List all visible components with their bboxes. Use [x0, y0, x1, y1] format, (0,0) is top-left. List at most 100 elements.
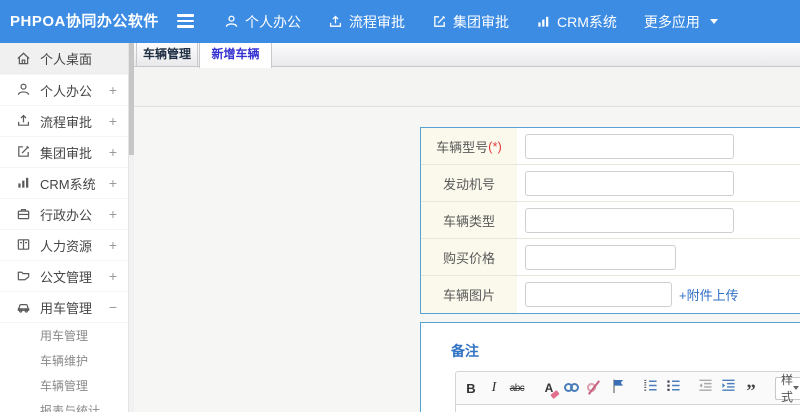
sidebar-subitem-vehicle-maintenance[interactable]: 车辆维护: [0, 348, 128, 373]
field-label-text: 车辆图片: [442, 288, 495, 303]
caret-down-icon: [709, 19, 718, 24]
bulleted-list-icon: [665, 378, 681, 398]
remove-format-button[interactable]: A: [541, 377, 560, 399]
sidebar-item-group-approval[interactable]: 集团审批 +: [0, 137, 128, 168]
app-logo: PHPOA协同办公软件: [10, 13, 159, 30]
outdent-button[interactable]: [697, 377, 713, 399]
home-icon: [16, 51, 32, 67]
topnav-label: CRM系统: [557, 13, 617, 30]
editor-toolbar: B I abc A ” 样式: [455, 371, 800, 405]
unlink-button[interactable]: [587, 377, 603, 399]
sidebar-subitem-vehicle-use[interactable]: 用车管理: [0, 323, 128, 348]
bulleted-list-button[interactable]: [665, 377, 681, 399]
expand-icon[interactable]: +: [109, 206, 117, 222]
top-navigation-bar: PHPOA协同办公软件 个人办公 流程审批 集团审批 CRM系统 更多应用: [0, 0, 800, 43]
tab-add-vehicle[interactable]: 新增车辆: [199, 43, 272, 68]
topnav-label: 流程审批: [349, 13, 405, 30]
field-cell: [517, 128, 800, 164]
flag-icon: [611, 378, 625, 399]
sidebar-subitem-vehicle-management[interactable]: 车辆管理: [0, 373, 128, 398]
sidebar-item-personal-desktop[interactable]: 个人桌面: [0, 43, 128, 75]
sidebar-item-label: 用车管理: [40, 300, 93, 316]
form-row-engine-number: 发动机号: [421, 165, 800, 202]
topnav-item-crm-system[interactable]: CRM系统: [536, 12, 617, 32]
expand-icon[interactable]: +: [109, 175, 117, 191]
numbered-list-button[interactable]: [642, 377, 658, 399]
vehicle-form: 车辆型号 (*) 发动机号 车辆类型 购买价格 车辆图片 +附件上传: [420, 127, 800, 314]
caret-down-icon: [793, 386, 800, 390]
sidebar-item-document-management[interactable]: 公文管理 +: [0, 261, 128, 292]
tab-vehicle-management[interactable]: 车辆管理: [136, 43, 198, 66]
topnav-label: 集团审批: [453, 13, 509, 30]
purchase-price-input[interactable]: [525, 244, 676, 270]
notes-section: 备注 B I abc A ” 样式: [420, 322, 800, 412]
sidebar-item-workflow-approval[interactable]: 流程审批 +: [0, 106, 128, 137]
toolbar-band: [134, 67, 800, 107]
form-row-vehicle-image: 车辆图片 +附件上传: [421, 276, 800, 313]
required-marker: (*): [488, 138, 502, 154]
sidebar-item-label: 个人办公: [40, 83, 93, 99]
form-row-vehicle-type: 车辆类型: [421, 202, 800, 239]
vehicle-type-input[interactable]: [525, 207, 734, 233]
anchor-button[interactable]: [610, 377, 626, 399]
sidebar-item-vehicle-management[interactable]: 用车管理 −: [0, 292, 128, 323]
car-icon: [16, 299, 32, 315]
folder-icon: [16, 268, 32, 284]
field-cell: +附件上传: [517, 276, 800, 313]
menu-toggle-button[interactable]: [177, 14, 195, 29]
sidebar-item-administrative-office[interactable]: 行政办公 +: [0, 199, 128, 230]
sidebar-item-label: CRM系统: [40, 176, 96, 192]
bold-button[interactable]: B: [463, 377, 479, 399]
topnav-item-more-apps[interactable]: 更多应用: [644, 12, 718, 32]
sidebar-item-human-resources[interactable]: 人力资源 +: [0, 230, 128, 261]
app-window: PHPOA协同办公软件 个人办公 流程审批 集团审批 CRM系统 更多应用 个人…: [0, 0, 800, 412]
field-label: 车辆类型: [421, 202, 517, 238]
expand-icon[interactable]: +: [109, 237, 117, 253]
form-row-vehicle-model: 车辆型号 (*): [421, 128, 800, 165]
user-icon: [16, 82, 32, 98]
sidebar-subitem-label: 用车管理: [40, 329, 89, 343]
expand-icon[interactable]: +: [109, 113, 117, 129]
topnav-item-group-approval[interactable]: 集团审批: [432, 12, 509, 32]
sidebar-subitem-label: 报表与统计: [40, 404, 101, 412]
expand-icon[interactable]: +: [109, 144, 117, 160]
blockquote-button[interactable]: ”: [743, 377, 759, 401]
briefcase-icon: [16, 206, 32, 222]
sidebar-item-label: 流程审批: [40, 114, 93, 130]
link-icon: [564, 382, 580, 394]
field-label-text: 购买价格: [442, 250, 495, 266]
field-label: 车辆型号 (*): [421, 128, 517, 164]
expand-icon[interactable]: +: [109, 268, 117, 284]
rich-text-editor: B I abc A ” 样式: [455, 371, 800, 412]
style-dropdown-label: 样式: [781, 373, 794, 404]
sidebar-item-crm-system[interactable]: CRM系统 +: [0, 168, 128, 199]
indent-button[interactable]: [720, 377, 736, 399]
workflow-icon: [16, 113, 32, 129]
field-cell: [517, 239, 800, 275]
editor-content-area[interactable]: [455, 405, 800, 412]
field-label-text: 发动机号: [442, 176, 495, 192]
book-icon: [16, 237, 32, 253]
sidebar-subitem-label: 车辆维护: [40, 354, 89, 368]
sidebar-subitem-reports-statistics[interactable]: 报表与统计: [0, 398, 128, 412]
attachment-upload-link[interactable]: +附件上传: [679, 285, 739, 304]
topnav-label: 更多应用: [643, 13, 700, 30]
sidebar-item-label: 公文管理: [40, 269, 93, 285]
field-label: 车辆图片: [421, 276, 517, 313]
unlink-icon: [587, 380, 603, 395]
style-dropdown[interactable]: 样式: [775, 373, 800, 404]
topnav-item-workflow-approval[interactable]: 流程审批: [328, 12, 405, 32]
sidebar-item-personal-office[interactable]: 个人办公 +: [0, 75, 128, 106]
vehicle-image-input[interactable]: [525, 282, 672, 307]
vehicle-model-input[interactable]: [525, 133, 734, 159]
topnav-item-personal-office[interactable]: 个人办公: [224, 12, 301, 32]
notes-title: 备注: [451, 343, 479, 359]
link-button[interactable]: [564, 377, 580, 399]
outdent-icon: [697, 378, 713, 398]
engine-number-input[interactable]: [525, 170, 734, 196]
italic-button[interactable]: I: [486, 377, 502, 399]
collapse-icon[interactable]: −: [109, 299, 117, 315]
sidebar-item-label: 集团审批: [40, 145, 93, 161]
strikethrough-button[interactable]: abc: [509, 377, 525, 399]
expand-icon[interactable]: +: [109, 82, 117, 98]
